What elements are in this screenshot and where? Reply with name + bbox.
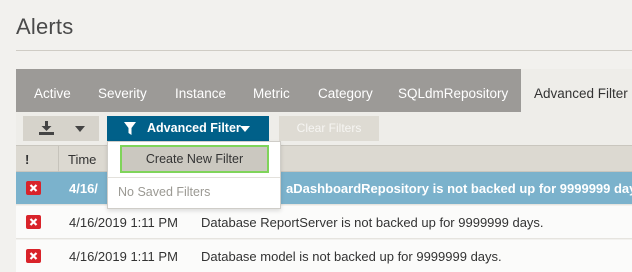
caret-down-icon bbox=[240, 126, 250, 132]
alert-time: 4/16/2019 1:11 PM bbox=[69, 249, 178, 264]
table-row[interactable]: 4/16/2019 1:11 PM Database ReportServer … bbox=[16, 206, 632, 239]
tab-active[interactable]: Active bbox=[34, 69, 71, 112]
advanced-filter-dropdown: Create New Filter No Saved Filters bbox=[107, 141, 281, 209]
tab-category[interactable]: Category bbox=[318, 69, 373, 112]
advanced-filter-label: Advanced Filter bbox=[147, 121, 241, 135]
alert-message: aDashboardRepository is not backed up fo… bbox=[286, 181, 632, 196]
download-icon bbox=[39, 121, 54, 135]
page-title: Alerts bbox=[16, 14, 74, 39]
column-header-time[interactable]: Time bbox=[68, 152, 96, 167]
tab-bar: Active Severity Instance Metric Category… bbox=[16, 69, 632, 112]
tab-instance[interactable]: Instance bbox=[175, 69, 226, 112]
tab-severity[interactable]: Severity bbox=[98, 69, 147, 112]
title-divider bbox=[16, 50, 632, 51]
tab-sqldmrepository[interactable]: SQLdmRepository bbox=[398, 69, 508, 112]
caret-down-icon bbox=[75, 126, 85, 132]
tab-advanced-filter[interactable]: Advanced Filter bbox=[521, 69, 632, 112]
alert-time: 4/16/2019 1:11 PM bbox=[69, 215, 178, 230]
alert-message: Database model is not backed up for 9999… bbox=[201, 249, 502, 264]
no-saved-filters-text: No Saved Filters bbox=[118, 185, 211, 199]
clear-filters-button[interactable]: Clear Filters bbox=[279, 116, 379, 141]
critical-icon bbox=[26, 249, 41, 263]
funnel-icon bbox=[124, 122, 136, 135]
export-button[interactable] bbox=[23, 116, 99, 141]
column-separator bbox=[58, 146, 59, 172]
tab-metric[interactable]: Metric bbox=[253, 69, 290, 112]
column-header-severity[interactable]: ! bbox=[25, 152, 29, 167]
alert-time: 4/16/ bbox=[69, 181, 98, 196]
table-row[interactable]: 4/16/2019 1:11 PM Database model is not … bbox=[16, 240, 632, 272]
advanced-filter-button[interactable]: Advanced Filter bbox=[107, 116, 269, 141]
create-new-filter-button[interactable]: Create New Filter bbox=[120, 145, 269, 173]
critical-icon bbox=[26, 181, 41, 195]
critical-icon bbox=[26, 215, 41, 229]
alert-message: Database ReportServer is not backed up f… bbox=[201, 215, 544, 230]
dropdown-divider bbox=[108, 177, 280, 178]
